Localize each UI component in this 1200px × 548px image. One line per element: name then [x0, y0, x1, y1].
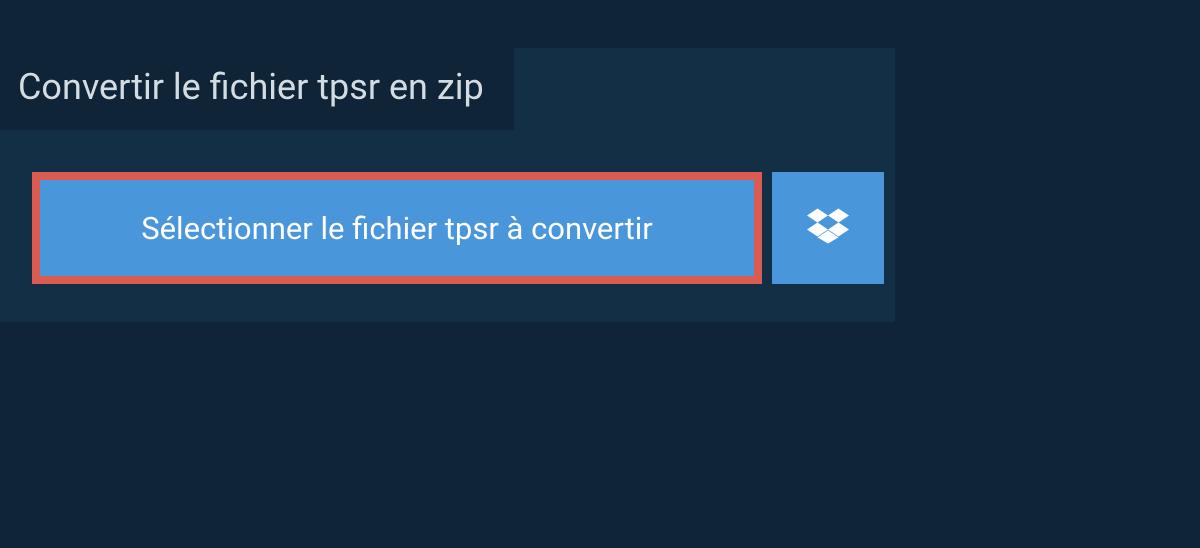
select-file-button[interactable]: Sélectionner le fichier tpsr à convertir — [32, 172, 762, 284]
dropbox-icon — [807, 205, 849, 251]
title-text: Convertir le fichier tpsr en zip — [18, 66, 484, 108]
button-row: Sélectionner le fichier tpsr à convertir — [32, 172, 895, 284]
dropbox-button[interactable] — [772, 172, 884, 284]
page-title: Convertir le fichier tpsr en zip — [0, 48, 514, 130]
select-file-label: Sélectionner le fichier tpsr à convertir — [141, 210, 653, 247]
converter-panel: Convertir le fichier tpsr en zip Sélecti… — [0, 48, 895, 322]
